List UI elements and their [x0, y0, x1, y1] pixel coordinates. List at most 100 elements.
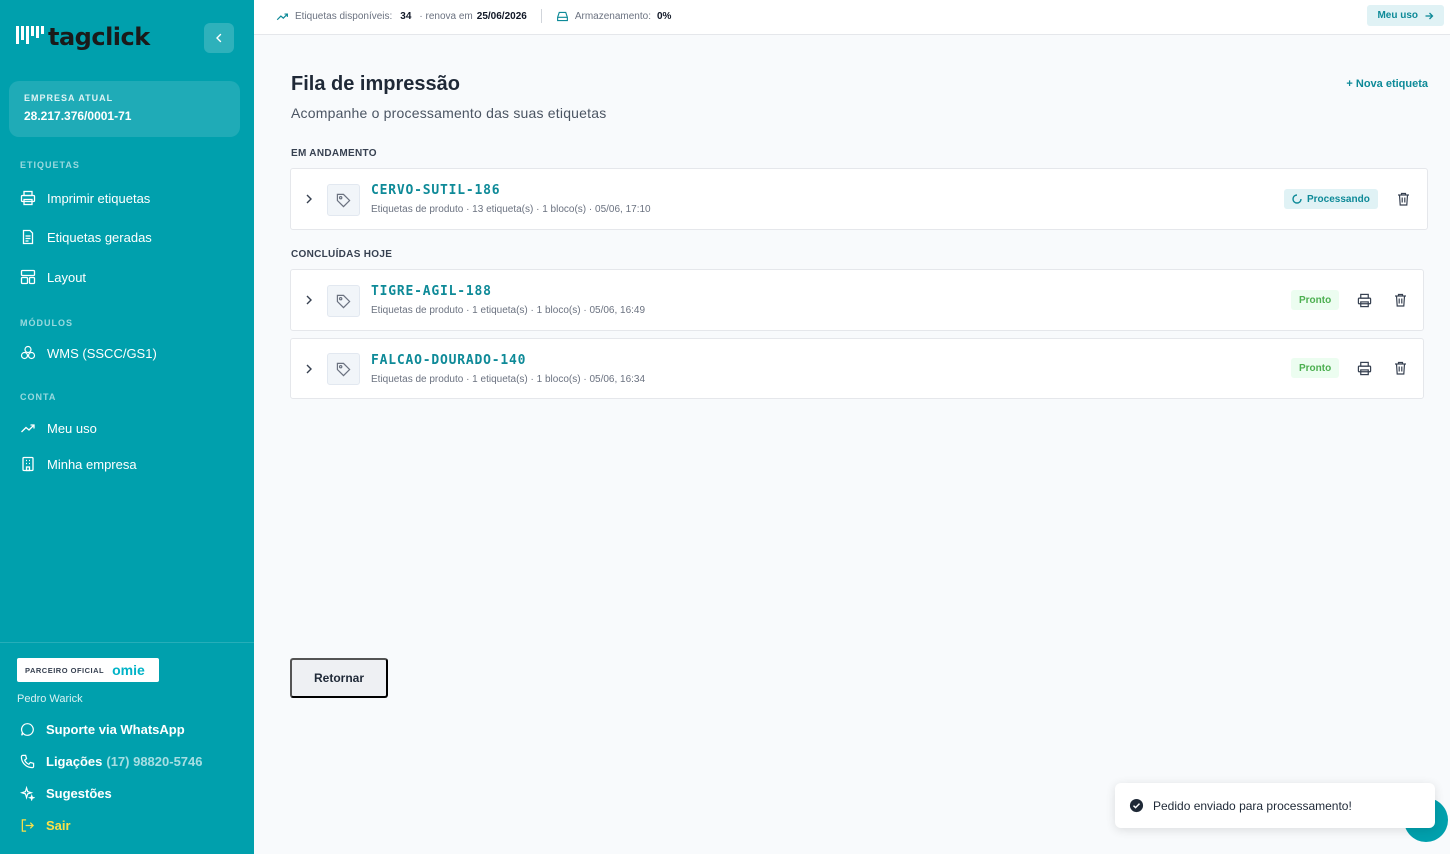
partner-brand: omie: [112, 662, 145, 678]
status-badge: Pronto: [1291, 358, 1340, 378]
trending-up-icon: [21, 424, 35, 433]
printer-icon: [1357, 293, 1371, 307]
status-label: Pronto: [1299, 362, 1332, 374]
renews-label: · renova em: [419, 10, 473, 22]
toast-message: Pedido enviado para processamento!: [1153, 798, 1352, 813]
sidebar-footer: PARCEIRO OFICIAL omie Pedro Warick Supor…: [0, 642, 254, 854]
chat-bubble-icon: [21, 723, 34, 736]
loading-spinner-icon: [1292, 194, 1302, 204]
current-company-card[interactable]: EMPRESA ATUAL 28.217.376/0001-71: [9, 81, 240, 137]
job-name: CERVO-SUTIL-186: [371, 183, 501, 198]
job-card-completed[interactable]: FALCAO-DOURADO-140 Etiquetas de produto …: [290, 338, 1424, 399]
sparkles-icon: [20, 786, 35, 801]
suggestions-link[interactable]: Sugestões: [20, 786, 112, 801]
storage-value: 0%: [656, 10, 672, 22]
storage-icon: [556, 11, 568, 21]
delete-job-button[interactable]: [1391, 359, 1409, 377]
section-label-conta: CONTA: [20, 392, 57, 402]
company-label: EMPRESA ATUAL: [24, 93, 114, 103]
expand-job-button[interactable]: [305, 192, 315, 206]
sidebar-item-label: Layout: [47, 269, 87, 285]
my-usage-button[interactable]: Meu uso: [1367, 5, 1444, 26]
status-badge: Pronto: [1291, 290, 1340, 310]
quota-info: Etiquetas disponíveis: 34 · renova em 25…: [276, 0, 671, 32]
job-meta: Etiquetas de produto · 1 etiqueta(s) · 1…: [371, 374, 646, 385]
sidebar-item-imprimir-etiquetas[interactable]: Imprimir etiquetas: [20, 188, 150, 208]
logout-link[interactable]: Sair: [20, 818, 71, 833]
sidebar-item-label: Etiquetas geradas: [47, 229, 152, 245]
sidebar: tagclick EMPRESA ATUAL 28.217.376/0001-7…: [0, 0, 254, 854]
trending-up-icon: [276, 12, 288, 20]
arrow-right-icon: [1425, 12, 1434, 19]
return-button[interactable]: Retornar: [290, 658, 388, 698]
sidebar-item-meu-uso[interactable]: Meu uso: [20, 418, 97, 438]
job-card-completed[interactable]: TIGRE-AGIL-188 Etiquetas de produto · 1 …: [290, 269, 1424, 331]
calls-link[interactable]: Ligações (17) 98820-5746: [20, 754, 203, 769]
tag-icon: [336, 193, 351, 207]
sidebar-item-minha-empresa[interactable]: Minha empresa: [20, 454, 137, 474]
trash-icon: [1394, 293, 1406, 307]
labels-available-label: Etiquetas disponíveis:: [295, 10, 393, 22]
storage-label: Armazenamento:: [574, 10, 651, 22]
sidebar-header: tagclick: [16, 20, 234, 54]
layout-icon: [20, 269, 36, 285]
sidebar-item-label: Imprimir etiquetas: [47, 190, 151, 206]
delete-job-button[interactable]: [1391, 291, 1409, 309]
support-label: Suporte via WhatsApp: [46, 722, 185, 737]
brand-logo[interactable]: tagclick: [16, 24, 150, 50]
job-name: FALCAO-DOURADO-140: [371, 353, 527, 368]
job-meta: Etiquetas de produto · 13 etiqueta(s) · …: [371, 204, 651, 215]
file-icon: [22, 229, 34, 245]
status-badge: Processando: [1284, 189, 1378, 209]
job-card-processing[interactable]: CERVO-SUTIL-186 Etiquetas de produto · 1…: [290, 168, 1428, 230]
toast-notification: Pedido enviado para processamento!: [1115, 783, 1435, 828]
job-name: TIGRE-AGIL-188: [371, 284, 492, 299]
tag-icon-box: [327, 285, 360, 317]
page-title: Fila de impressão: [291, 73, 460, 95]
section-label-etiquetas: ETIQUETAS: [20, 160, 80, 170]
delete-job-button[interactable]: [1394, 190, 1412, 208]
chevron-right-icon: [306, 194, 312, 204]
status-label: Processando: [1307, 193, 1370, 205]
calls-number: (17) 98820-5746: [106, 754, 203, 769]
whatsapp-support-link[interactable]: Suporte via WhatsApp: [20, 722, 185, 737]
labels-available-value: 34: [400, 10, 412, 22]
suggestions-label: Sugestões: [46, 786, 112, 801]
sidebar-item-label: WMS (SSCC/GS1): [47, 345, 157, 361]
chevron-right-icon: [306, 295, 312, 305]
sidebar-item-wms[interactable]: WMS (SSCC/GS1): [20, 343, 157, 363]
logo-text: tagclick: [48, 23, 150, 51]
collapse-sidebar-button[interactable]: [204, 23, 234, 53]
topbar-divider: [540, 9, 542, 23]
partner-badge: PARCEIRO OFICIAL omie: [17, 658, 159, 682]
trash-icon: [1394, 361, 1406, 375]
user-name: Pedro Warick: [17, 693, 83, 705]
expand-job-button[interactable]: [305, 362, 315, 376]
tag-icon: [336, 362, 351, 376]
sidebar-item-layout[interactable]: Layout: [20, 267, 86, 287]
logout-icon: [21, 819, 34, 832]
topbar: Etiquetas disponíveis: 34 · renova em 25…: [254, 0, 1450, 35]
chevron-right-icon: [306, 364, 312, 373]
trash-icon: [1397, 192, 1409, 206]
company-cnpj: 28.217.376/0001-71: [24, 109, 132, 123]
partner-text: PARCEIRO OFICIAL: [25, 665, 105, 675]
printer-icon: [1357, 361, 1371, 375]
sidebar-item-label: Meu uso: [47, 420, 97, 436]
expand-job-button[interactable]: [305, 293, 315, 307]
my-usage-label: Meu uso: [1377, 10, 1418, 21]
new-label-link[interactable]: + Nova etiqueta: [1346, 78, 1428, 90]
building-icon: [22, 456, 34, 472]
tag-icon-box: [327, 184, 360, 216]
page-subtitle: Acompanhe o processamento das suas etiqu…: [291, 105, 607, 121]
logo-barcode-icon: [16, 26, 44, 46]
in-progress-heading: EM ANDAMENTO: [291, 148, 377, 159]
chevron-left-icon: [216, 33, 222, 43]
print-job-button[interactable]: [1355, 359, 1373, 377]
section-label-modulos: MÓDULOS: [20, 318, 73, 328]
print-job-button[interactable]: [1355, 291, 1373, 309]
status-label: Pronto: [1299, 294, 1332, 306]
sidebar-item-etiquetas-geradas[interactable]: Etiquetas geradas: [20, 227, 152, 247]
tag-icon-box: [327, 353, 360, 385]
job-meta: Etiquetas de produto · 1 etiqueta(s) · 1…: [371, 305, 646, 316]
